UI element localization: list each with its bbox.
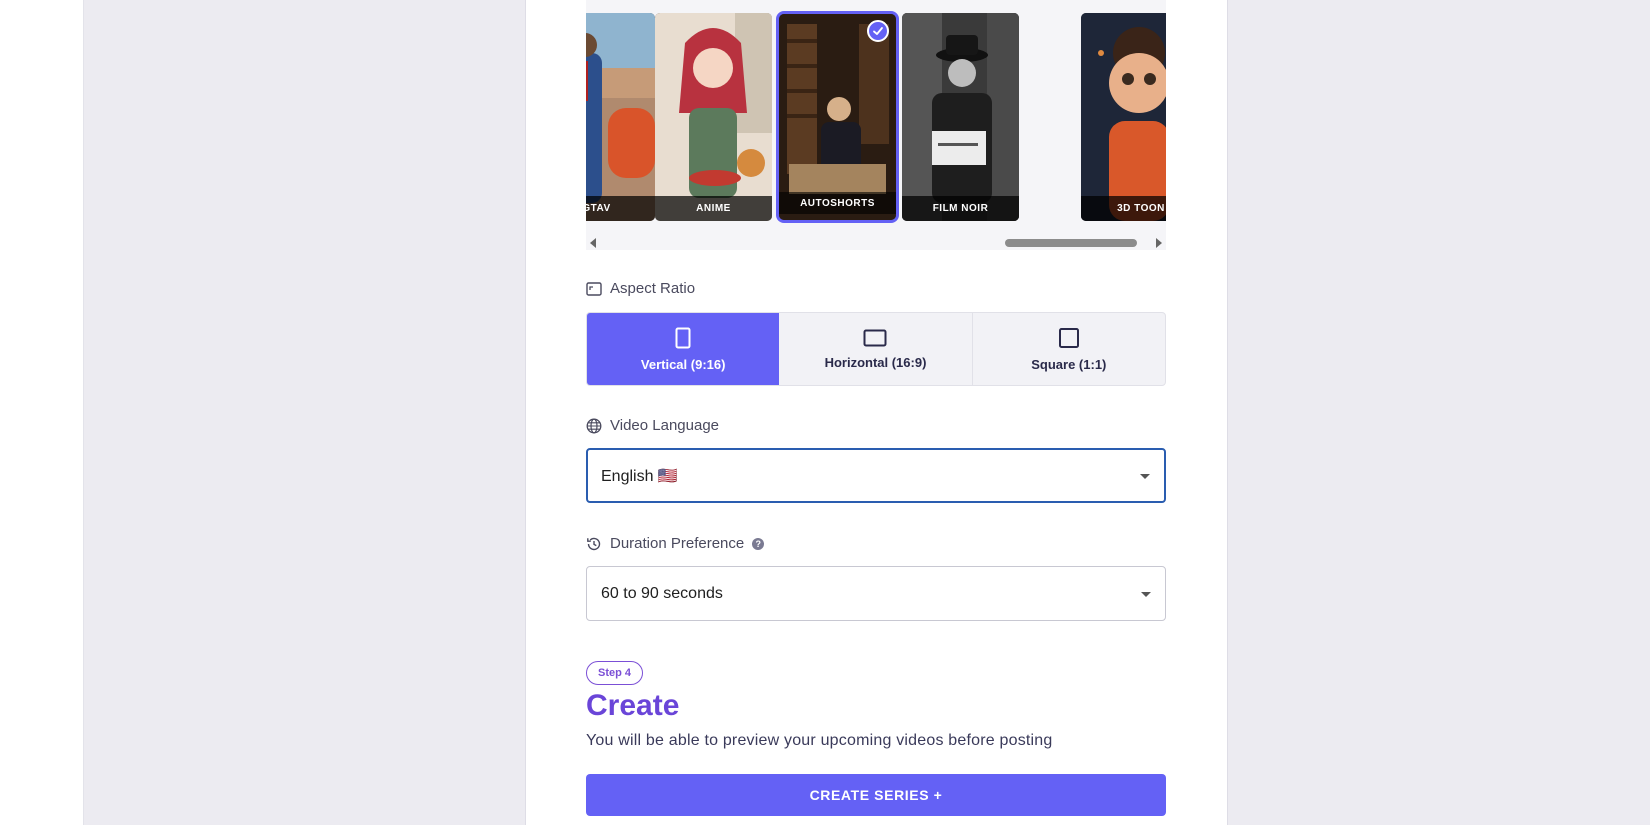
history-icon [587, 537, 601, 550]
film-noir-artwork [902, 13, 1019, 221]
duration-value: 60 to 90 seconds [601, 584, 723, 602]
gtav-artwork [586, 13, 655, 221]
style-card-autoshorts[interactable]: AUTOSHORTS [779, 14, 896, 220]
landscape-icon [863, 329, 887, 346]
left-gutter [0, 0, 84, 825]
globe-icon [586, 418, 602, 433]
ratio-option-label: Horizontal (16:9) [824, 354, 927, 370]
square-icon [1058, 327, 1079, 348]
style-card-anime[interactable]: ANIME [655, 13, 772, 221]
scroll-right-arrow-icon[interactable] [1156, 238, 1162, 248]
scroll-thumb[interactable] [1005, 239, 1137, 247]
duration-label: Duration Preference [610, 535, 745, 552]
video-language-value: English 🇺🇸 [601, 467, 678, 485]
aspect-ratio-selector: Vertical (9:16) Horizontal (16:9) Square… [586, 312, 1166, 386]
style-carousel: GTAV ANIME AUTOSHORTS FILM NOIR 3D TOON [586, 0, 1166, 250]
video-language-label: Video Language [610, 417, 719, 434]
selected-check-icon [867, 20, 889, 42]
autoshorts-artwork [779, 14, 896, 220]
style-card-film-noir[interactable]: FILM NOIR [902, 13, 1019, 221]
help-icon[interactable]: ? [752, 537, 765, 550]
ratio-option-label: Square (1:1) [1031, 356, 1107, 372]
ratio-option-vertical[interactable]: Vertical (9:16) [587, 313, 780, 385]
style-carousel-track: GTAV ANIME AUTOSHORTS FILM NOIR 3D TOON [586, 0, 1166, 230]
right-side-panel [1227, 0, 1650, 825]
create-title: Create [586, 689, 680, 722]
aspect-ratio-heading: Aspect Ratio [586, 280, 695, 297]
style-card-label: GTAV [586, 196, 655, 221]
portrait-icon [675, 327, 691, 348]
ratio-option-square[interactable]: Square (1:1) [973, 313, 1165, 385]
anime-artwork [655, 13, 772, 221]
video-language-heading: Video Language [586, 417, 719, 434]
style-card-3d-toon[interactable]: 3D TOON [1081, 13, 1166, 221]
carousel-scrollbar[interactable] [586, 234, 1166, 250]
duration-heading: Duration Preference ? [586, 535, 765, 552]
ratio-option-label: Vertical (9:16) [640, 356, 726, 372]
create-subtitle: You will be able to preview your upcomin… [586, 732, 1053, 749]
step-badge: Step 4 [586, 661, 644, 685]
aspect-ratio-icon [586, 281, 602, 296]
create-series-button[interactable]: CREATE SERIES + [586, 774, 1166, 816]
left-side-panel [84, 0, 526, 825]
style-card-label: FILM NOIR [902, 196, 1019, 221]
aspect-ratio-label: Aspect Ratio [610, 280, 696, 297]
style-card-label: AUTOSHORTS [779, 192, 896, 214]
ratio-option-horizontal[interactable]: Horizontal (16:9) [779, 313, 973, 385]
video-language-select[interactable]: English 🇺🇸 [586, 448, 1166, 503]
duration-select[interactable]: 60 to 90 seconds [586, 566, 1166, 621]
chevron-down-icon [1141, 591, 1151, 597]
style-card-label: ANIME [655, 196, 772, 221]
style-card-label: 3D TOON [1081, 196, 1166, 221]
3d-toon-artwork [1081, 13, 1166, 221]
scroll-left-arrow-icon[interactable] [590, 238, 596, 248]
chevron-down-icon [1140, 473, 1150, 479]
style-card-gtav[interactable]: GTAV [586, 13, 655, 221]
